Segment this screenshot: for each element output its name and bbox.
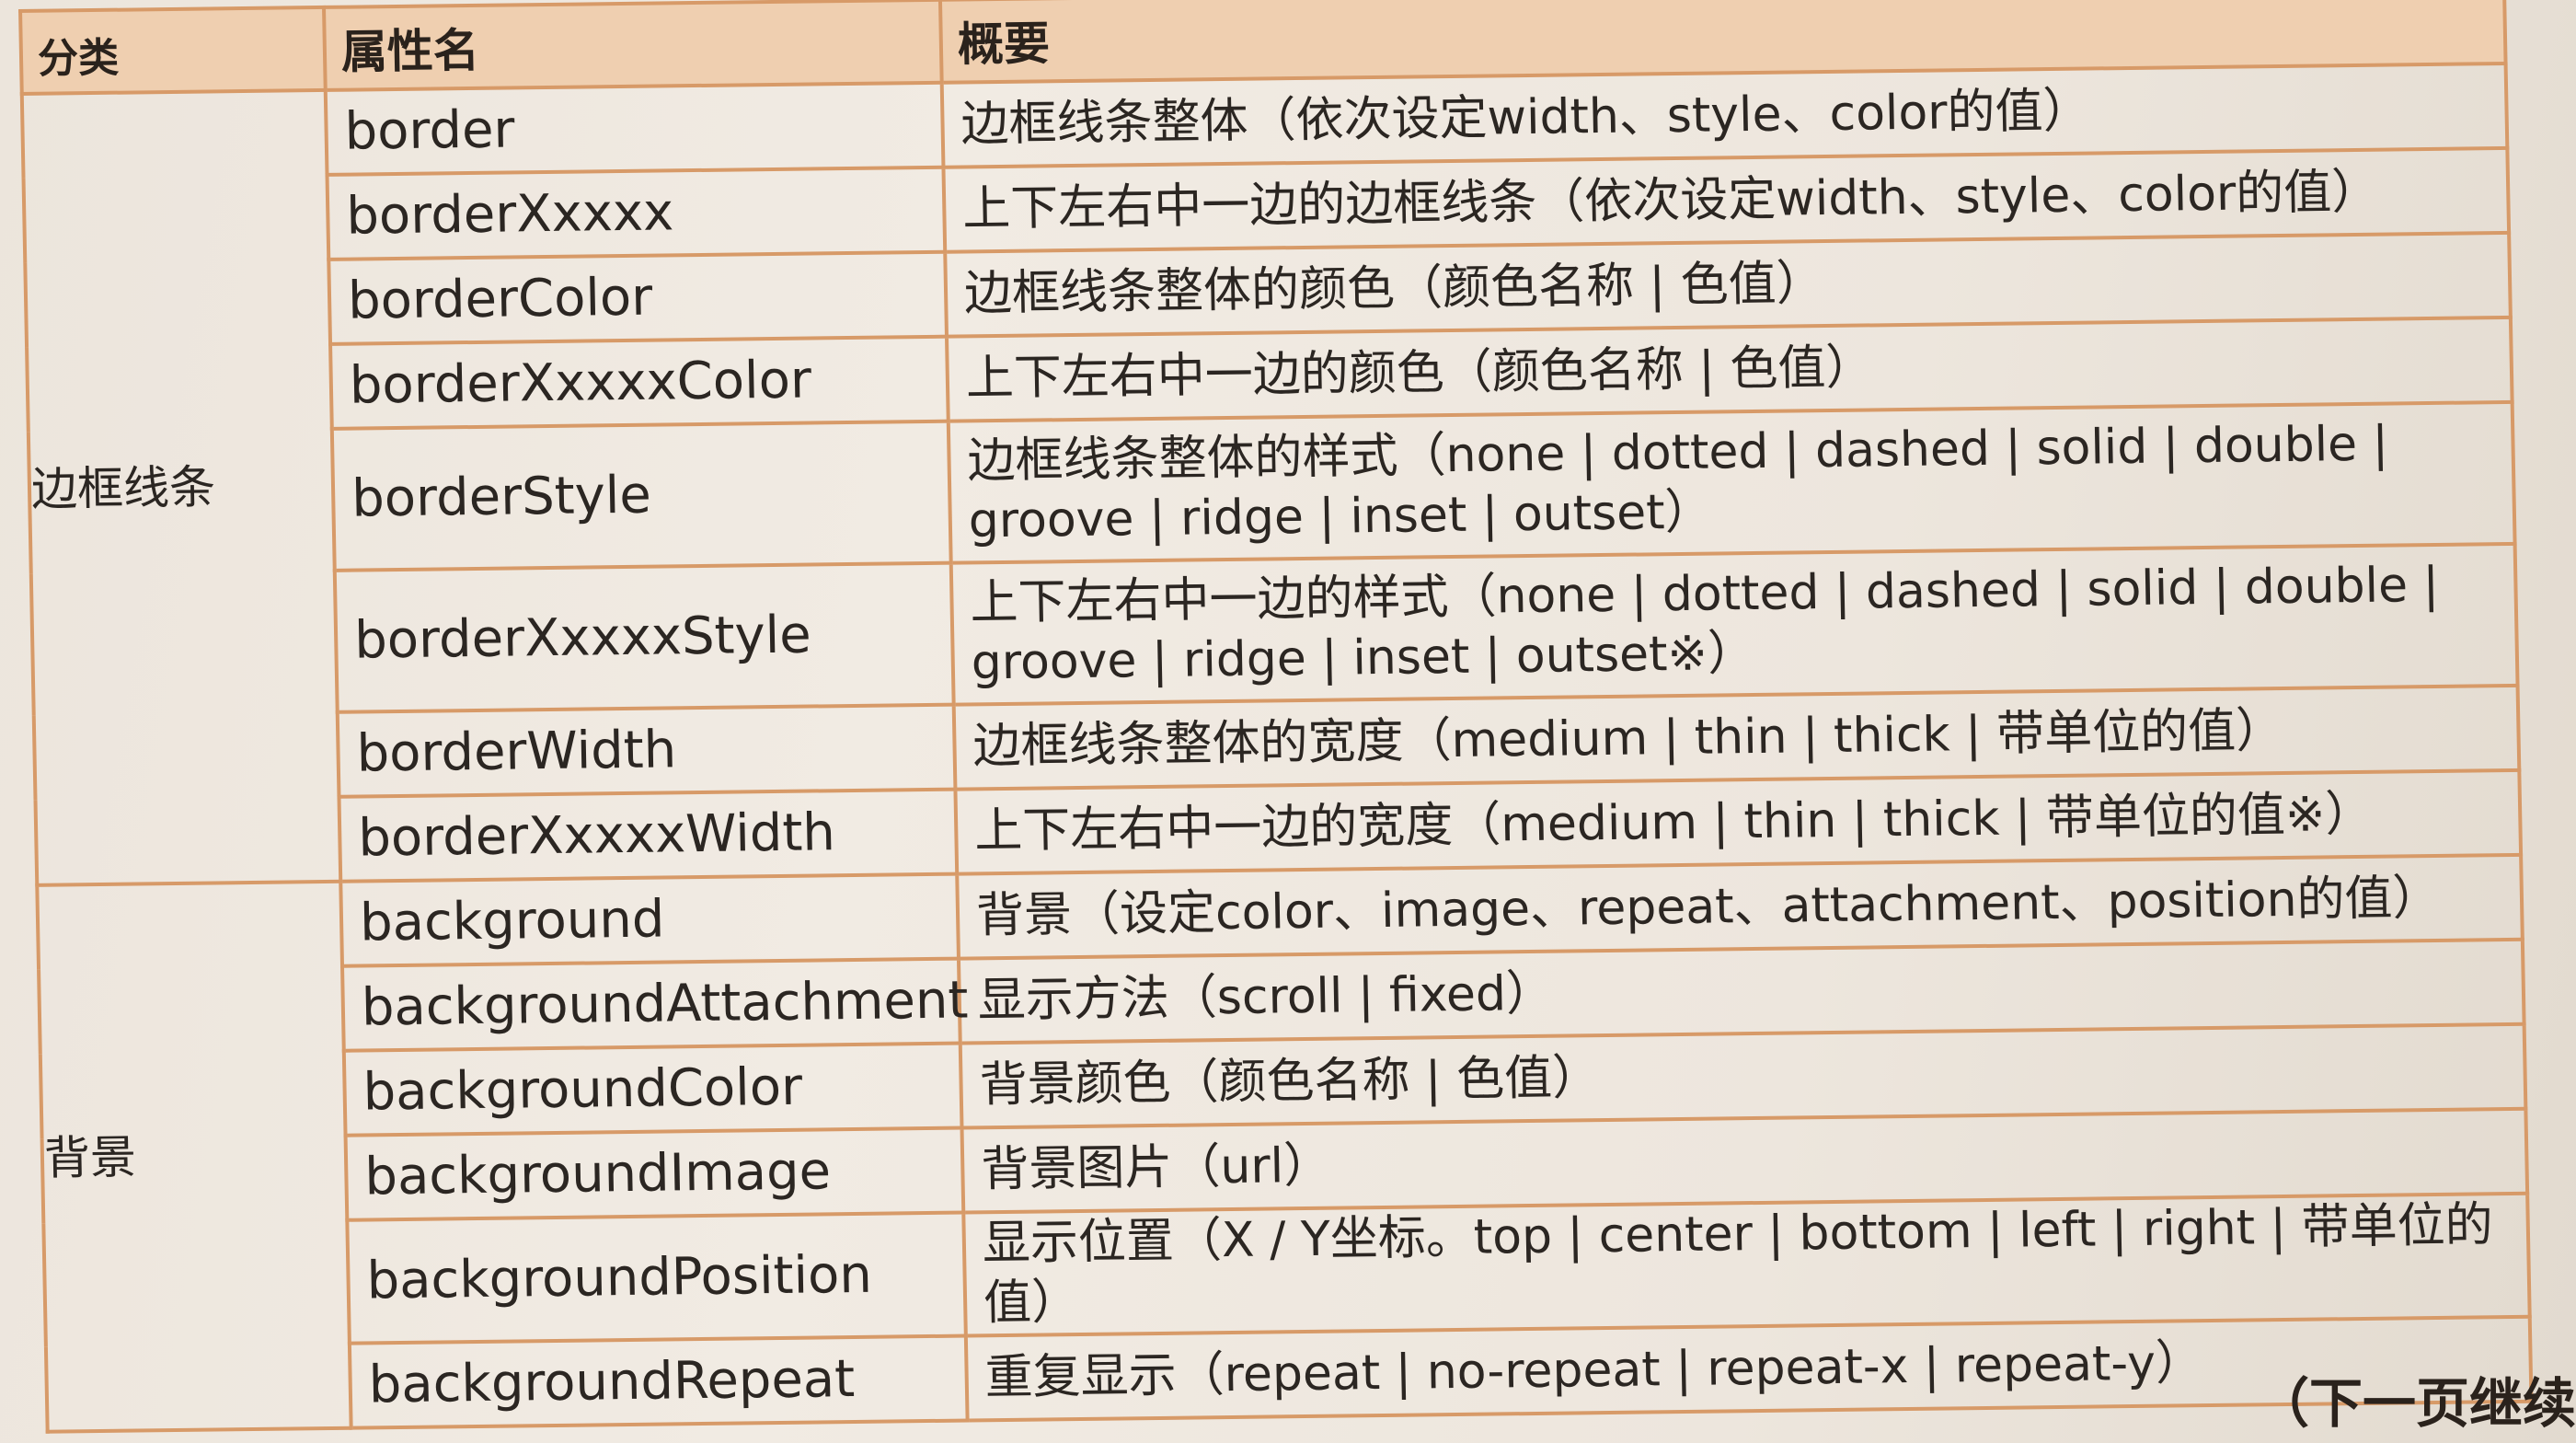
property-name: borderXxxxx	[327, 167, 946, 260]
property-summary: 显示位置（X / Y坐标。top | center | bottom | lef…	[963, 1193, 2530, 1336]
property-name: borderColor	[328, 251, 947, 344]
category-background: 背景	[37, 881, 351, 1432]
property-summary: 上下左右中一边的样式（none | dotted | dashed | soli…	[950, 543, 2518, 705]
table-sheet: 分类 属性名 概要 边框线条 border 边框线条整体（依次设定width、s…	[18, 0, 2532, 1434]
property-name: backgroundPosition	[347, 1212, 966, 1344]
css-properties-table: 分类 属性名 概要 边框线条 border 边框线条整体（依次设定width、s…	[18, 0, 2534, 1434]
property-name: borderStyle	[331, 421, 951, 571]
book-page: 分类 属性名 概要 边框线条 border 边框线条整体（依次设定width、s…	[0, 0, 2576, 1443]
header-category: 分类	[20, 6, 326, 94]
header-property-name: 属性名	[324, 0, 942, 90]
property-name: background	[340, 873, 959, 966]
property-name: borderXxxxxStyle	[334, 562, 954, 712]
category-border: 边框线条	[21, 89, 341, 885]
property-name: borderWidth	[337, 704, 956, 797]
property-name: backgroundAttachment	[342, 958, 969, 1051]
property-name: border	[325, 82, 944, 175]
property-name: backgroundRepeat	[349, 1335, 968, 1428]
continued-on-next-page-note: （下一页继续	[2255, 1372, 2576, 1435]
property-name: borderXxxxxColor	[330, 336, 949, 429]
property-name: backgroundColor	[343, 1043, 962, 1136]
property-summary: 边框线条整体的样式（none | dotted | dashed | solid…	[948, 401, 2515, 563]
property-name: borderXxxxxWidth	[339, 789, 958, 882]
property-name: backgroundImage	[345, 1127, 964, 1220]
